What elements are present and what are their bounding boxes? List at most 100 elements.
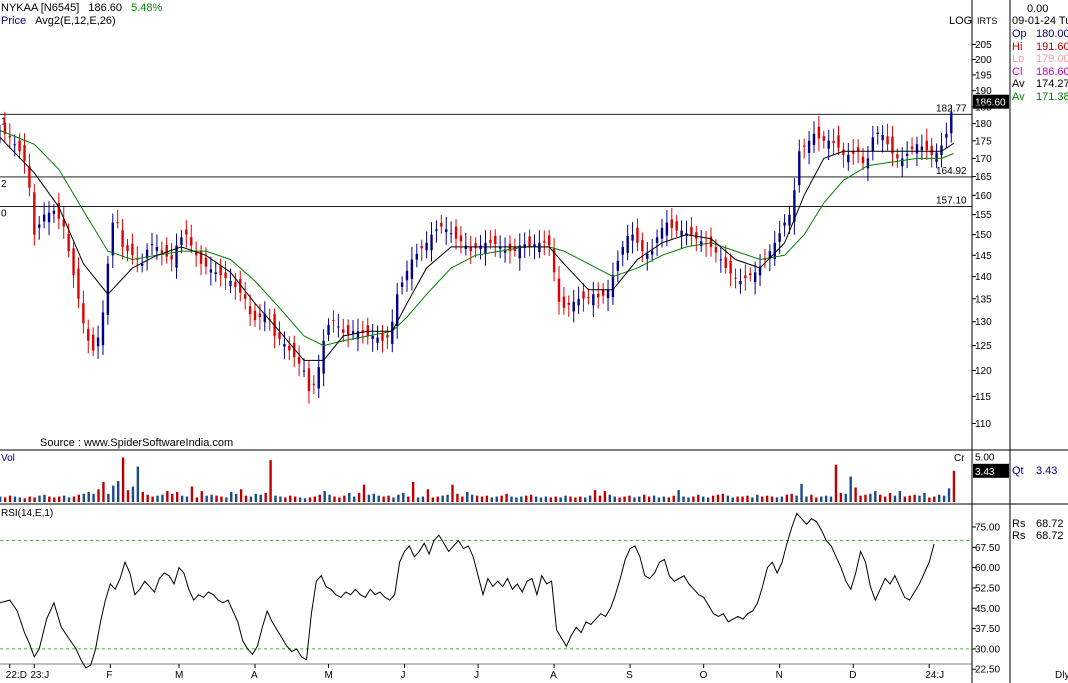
volume-bar <box>244 495 248 502</box>
volume-bar <box>116 481 120 502</box>
volume-bar <box>146 494 149 502</box>
rsi-tick-label: 67.50 <box>975 543 1000 554</box>
candle-body <box>778 233 781 242</box>
x-tick-label: O <box>700 670 708 681</box>
volume-bar <box>756 494 759 502</box>
volume-bar <box>475 495 479 502</box>
volume-bar <box>38 495 41 502</box>
candle-body <box>415 253 419 260</box>
candle-body <box>190 237 193 246</box>
candle-body <box>557 278 561 302</box>
candle-body <box>655 237 659 244</box>
candle-body <box>734 277 737 279</box>
volume-bar <box>82 493 85 502</box>
volume-bar <box>357 492 361 502</box>
volume-bar <box>141 492 144 502</box>
candle-body <box>371 335 374 340</box>
candle-body <box>160 250 164 253</box>
volume-bar <box>431 497 435 502</box>
rsi-tick-label: 75.00 <box>975 522 1000 533</box>
volume-bar <box>313 496 317 502</box>
candle-body <box>106 263 110 315</box>
candle-body <box>646 253 649 259</box>
volume-bar <box>638 496 641 502</box>
volume-bar <box>402 492 405 502</box>
volume-bar <box>220 496 223 502</box>
candle-body <box>528 236 531 247</box>
candle-body <box>18 140 21 152</box>
candle-body <box>469 246 472 252</box>
candle-body <box>807 140 811 153</box>
volume-bar <box>854 487 857 502</box>
axes-layer: 205 200 195 190 185 180 175 170 165 160 155 150 145 1… <box>6 40 1068 681</box>
candle-body <box>283 344 286 347</box>
volume-bar <box>726 495 729 502</box>
volume-bar <box>736 496 739 502</box>
candle-body <box>484 242 487 254</box>
candle-body <box>621 246 624 255</box>
candle-body <box>170 255 173 260</box>
candle-body <box>248 306 252 314</box>
volume-bar <box>795 495 798 502</box>
volume-bar <box>554 496 557 502</box>
volume-bar <box>284 497 287 502</box>
candle-body <box>881 135 884 141</box>
volume-bar <box>593 490 597 502</box>
volume-bar <box>933 496 936 502</box>
candle-body <box>695 232 698 239</box>
volume-bar <box>230 492 233 502</box>
volume-bar <box>210 494 213 502</box>
volume-bar <box>156 495 159 502</box>
volume-bar <box>864 494 867 502</box>
volume-cr-label: Cr <box>954 453 965 464</box>
candle-body <box>297 357 301 364</box>
price-tick-label: 165 <box>975 172 992 183</box>
volume-bar <box>362 484 366 502</box>
volume-bar <box>775 497 779 502</box>
candle-body <box>587 297 590 299</box>
volume-bar <box>588 495 592 502</box>
candle-body <box>871 137 875 152</box>
price-tick-label: 170 <box>975 154 992 165</box>
volume-bar <box>195 497 199 502</box>
candle-body <box>866 158 870 169</box>
volume-bar <box>274 495 277 502</box>
x-tick-label: D <box>849 670 856 681</box>
volume-bar <box>72 496 76 502</box>
volume-bar <box>623 496 626 502</box>
volume-bar <box>721 493 725 502</box>
volume-bar <box>328 494 331 502</box>
volume-bar <box>225 497 228 502</box>
period-label: Dly <box>1055 670 1068 681</box>
candle-body <box>611 275 615 298</box>
rsi-line <box>0 512 935 669</box>
candle-body <box>101 312 105 346</box>
volume-bar <box>171 493 174 502</box>
candle-body <box>229 280 232 286</box>
candle-body <box>332 320 335 322</box>
candle-body <box>626 235 629 253</box>
volume-bar <box>87 492 90 502</box>
candle-body <box>886 136 889 145</box>
volume-bar <box>918 495 921 502</box>
volume-bar <box>869 493 872 502</box>
volume-bar <box>239 489 243 502</box>
volume-bar <box>333 496 336 502</box>
volume-bar <box>338 497 341 502</box>
volume-bar <box>603 491 607 502</box>
price-tick-label: 155 <box>975 210 992 221</box>
candle-body <box>606 289 610 299</box>
rsi-pane <box>0 512 972 669</box>
candle-body <box>234 281 237 287</box>
candle-body <box>714 247 718 253</box>
volume-bar <box>289 495 292 502</box>
candle-body <box>376 337 379 343</box>
volume-bar <box>500 495 503 502</box>
volume-last-marker-label: 3.43 <box>975 467 995 478</box>
candle-body <box>253 310 257 321</box>
volume-bar <box>367 494 371 502</box>
candle-body <box>700 241 703 247</box>
candle-body <box>783 222 786 226</box>
ema26-line <box>0 129 954 347</box>
price-tick-label: 115 <box>975 392 991 403</box>
